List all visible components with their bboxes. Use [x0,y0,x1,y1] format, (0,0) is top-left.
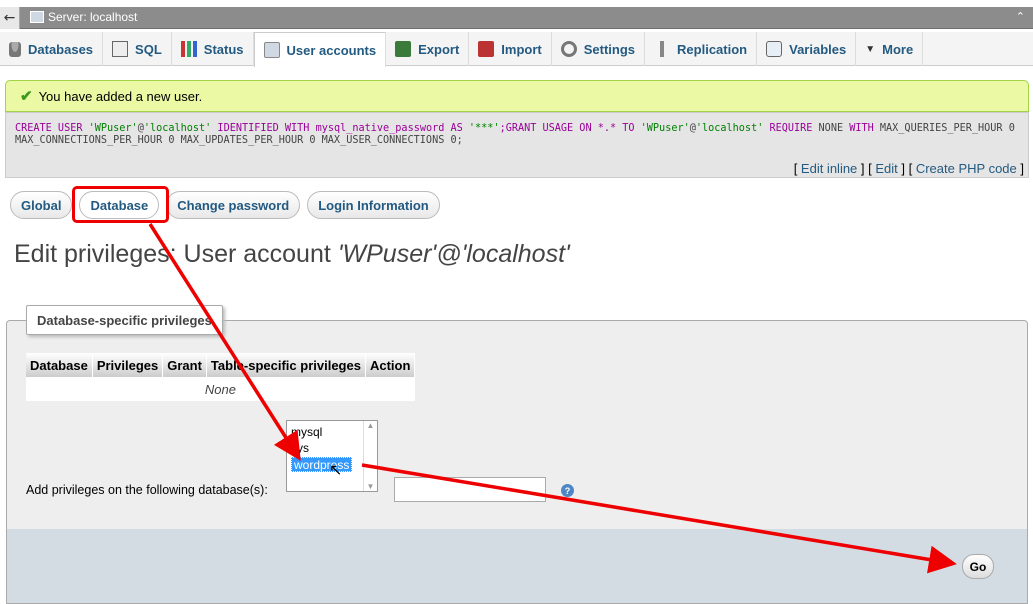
database-icon [9,41,21,57]
subtab-change-password[interactable]: Change password [166,191,301,219]
arrow-left-icon[interactable]: ← [0,7,20,29]
sql-token: ;GRANT USAGE ON *.* TO [499,123,641,134]
add-privileges-label: Add privileges on the following database… [26,483,268,497]
sql-query-text: CREATE USER 'WPuser'@'localhost' IDENTIF… [15,123,1015,147]
tab-label: Variables [789,41,847,57]
column-header: Grant [162,353,207,377]
scroll-up-icon[interactable]: ▲ [367,421,375,430]
export-icon [395,41,412,57]
column-header: Privileges [92,353,164,377]
tab-settings[interactable]: Settings [552,32,646,66]
page-title-account: 'WPuser'@'localhost' [337,240,570,268]
database-name-input[interactable] [394,477,546,502]
table-row: None [26,377,415,401]
edit-inline-link[interactable]: Edit inline [801,161,857,176]
tab-variables[interactable]: Variables [757,32,857,66]
tab-label: Import [501,41,542,57]
server-label[interactable]: Server: localhost [48,10,137,24]
replication-icon [654,41,671,57]
import-icon [478,41,495,57]
page-title-prefix: Edit privileges: User account [14,240,338,268]
table-header-row: Database Privileges Grant Table-specific… [26,353,416,377]
tab-user-accounts[interactable]: User accounts [253,32,387,67]
scroll-down-icon[interactable]: ▼ [367,482,375,491]
breadcrumb[interactable]: Server: localhost [30,10,137,24]
tab-label: More [882,41,914,57]
subtab-database[interactable]: Database [79,191,160,219]
database-select[interactable]: mysql sys wordpress ▲ ▼ [286,420,378,492]
tab-label: Replication [677,41,748,57]
edit-link[interactable]: Edit [875,161,897,176]
status-icon [180,41,197,57]
privilege-subtabs: Global Database Change password Login In… [10,191,440,219]
go-button[interactable]: Go [962,554,994,579]
create-php-code-link[interactable]: Create PHP code [916,161,1017,176]
tab-label: Status [203,41,244,57]
sql-token: '***' [468,123,500,134]
variables-icon [766,41,783,57]
users-icon [263,42,280,58]
sql-links: [ Edit inline ] [ Edit ] [ Create PHP co… [793,161,1024,176]
sql-token: IDENTIFIED WITH mysql_native_password AS [211,123,469,134]
sql-token: 'localhost' [695,123,764,134]
tab-label: Export [418,41,460,57]
privileges-table: Database Privileges Grant Table-specific… [26,353,416,401]
column-header: Database [26,353,93,377]
sql-query-box: CREATE USER 'WPuser'@'localhost' IDENTIF… [5,112,1029,178]
fieldset-legend: Database-specific privileges [26,305,223,335]
tab-status[interactable]: Status [172,32,254,66]
chevron-down-icon: ▼ [865,43,876,55]
help-icon[interactable]: ? [561,484,574,497]
empty-cell: None [26,377,415,401]
database-option-mysql[interactable]: mysql [291,425,322,440]
database-option-sys[interactable]: sys [291,441,309,456]
tab-more[interactable]: ▼ More [856,32,924,66]
subtab-global[interactable]: Global [10,191,73,219]
tab-label: Settings [583,41,636,57]
top-bar: ← Server: localhost ⌃ [0,0,1033,36]
sql-token: 'localhost' [143,123,212,134]
tab-export[interactable]: Export [386,32,470,66]
sql-token: 'WPuser' [640,123,690,134]
tab-databases[interactable]: Databases [0,32,104,66]
tab-label: Databases [28,41,94,57]
database-option-wordpress[interactable]: wordpress [291,457,353,472]
wrench-icon [560,41,577,57]
tab-sql[interactable]: SQL [103,32,172,66]
column-header: Action [365,353,416,377]
success-text: You have added a new user. [38,88,203,104]
sql-token: NONE [818,123,850,134]
server-icon [30,11,44,23]
breadcrumb-bar [0,7,1033,29]
sql-token: WITH [849,123,874,134]
tab-label: User accounts [286,42,377,58]
scrollbar[interactable]: ▲ ▼ [363,421,377,491]
collapse-icon[interactable]: ⌃ [1016,10,1025,23]
check-icon: ✔ [20,88,33,105]
sql-token: 'WPuser' [88,123,138,134]
success-message: ✔ You have added a new user. [5,80,1029,112]
tab-import[interactable]: Import [469,32,552,66]
sql-icon [112,41,129,57]
form-footer [6,529,1028,604]
page-title: Edit privileges: User account 'WPuser'@'… [14,240,570,269]
tab-replication[interactable]: Replication [645,32,758,66]
sql-token: REQUIRE [763,123,819,134]
tab-label: SQL [135,41,162,57]
column-header: Table-specific privileges [206,353,366,377]
sql-token: CREATE USER [15,123,89,134]
main-tabs: Databases SQL Status User accounts Expor… [0,32,1033,67]
subtab-login-information[interactable]: Login Information [307,191,440,219]
